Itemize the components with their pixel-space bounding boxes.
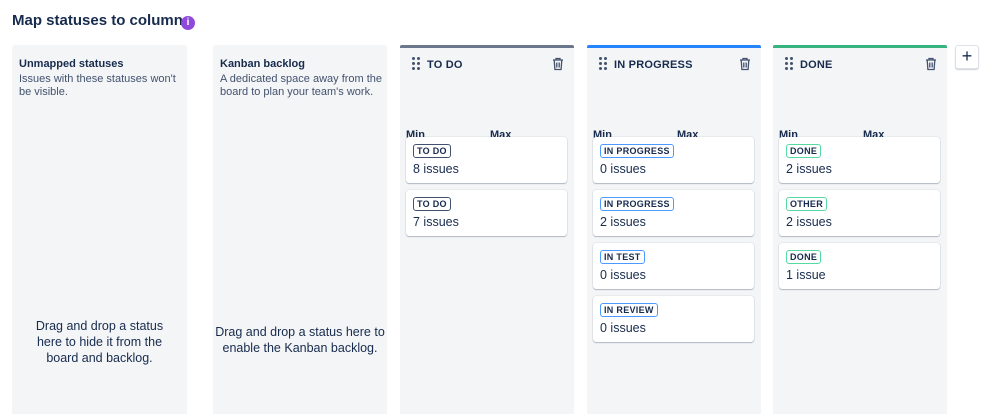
column-done[interactable]: DONE Min Max DONE 2 issues OTHER 2 issue… (773, 45, 947, 414)
issue-count: 7 issues (413, 215, 459, 229)
issue-count: 8 issues (413, 162, 459, 176)
column-title[interactable]: DONE (800, 59, 833, 71)
issue-count: 1 issue (786, 268, 826, 282)
plus-icon: + (961, 46, 973, 66)
trash-icon[interactable] (925, 57, 937, 71)
unmapped-heading: Unmapped statuses (19, 58, 124, 70)
trash-icon[interactable] (739, 57, 751, 71)
unmapped-statuses-column: Unmapped statuses Issues with these stat… (12, 45, 187, 414)
unmapped-description-line: Issues with these statuses won't (19, 73, 176, 85)
drop-hint-line: enable the Kanban backlog. (222, 341, 378, 355)
status-card[interactable]: IN PROGRESS 0 issues (593, 137, 754, 183)
status-lozenge: IN REVIEW (600, 303, 658, 317)
kanban-backlog-column: Kanban backlog A dedicated space away fr… (213, 45, 387, 414)
status-lozenge: IN TEST (600, 250, 645, 264)
backlog-drop-zone[interactable]: Drag and drop a status here to enable th… (213, 324, 387, 356)
status-card[interactable]: DONE 1 issue (779, 243, 940, 289)
column-title[interactable]: TO DO (427, 59, 463, 71)
status-lozenge: DONE (786, 144, 822, 158)
drag-handle-icon[interactable] (785, 57, 793, 70)
backlog-heading: Kanban backlog (220, 58, 305, 70)
status-lozenge: IN PROGRESS (600, 144, 674, 158)
status-card[interactable]: IN TEST 0 issues (593, 243, 754, 289)
page-title: Map statuses to columns (12, 12, 192, 29)
status-lozenge: TO DO (413, 197, 451, 211)
column-title[interactable]: IN PROGRESS (614, 59, 693, 71)
status-card[interactable]: OTHER 2 issues (779, 190, 940, 236)
title-row: Map statuses to columns (12, 12, 191, 29)
drop-hint-line: board and backlog. (46, 351, 153, 365)
backlog-description: A dedicated space away from the board to… (220, 73, 382, 99)
issue-count: 2 issues (786, 215, 832, 229)
backlog-description-line: A dedicated space away from the (220, 73, 383, 85)
trash-icon[interactable] (552, 57, 564, 71)
column-in-progress[interactable]: IN PROGRESS Min Max IN PROGRESS 0 issues… (587, 45, 761, 414)
column-color-bar (400, 45, 574, 48)
drop-hint-line: Drag and drop a status (35, 319, 164, 333)
column-color-bar (773, 45, 947, 48)
column-color-bar (587, 45, 761, 48)
status-lozenge: IN PROGRESS (600, 197, 674, 211)
drag-handle-icon[interactable] (412, 57, 420, 70)
status-card[interactable]: IN REVIEW 0 issues (593, 296, 754, 342)
issue-count: 2 issues (786, 162, 832, 176)
issue-count: 0 issues (600, 162, 646, 176)
status-lozenge: DONE (786, 250, 822, 264)
unmapped-description: Issues with these statuses won't be visi… (19, 73, 176, 99)
info-icon[interactable]: i (181, 16, 195, 30)
drag-handle-icon[interactable] (599, 57, 607, 70)
issue-count: 0 issues (600, 268, 646, 282)
column-to-do[interactable]: TO DO Min Max TO DO 8 issues TO DO 7 iss… (400, 45, 574, 414)
status-lozenge: TO DO (413, 144, 451, 158)
issue-count: 2 issues (600, 215, 646, 229)
status-card[interactable]: TO DO 8 issues (406, 137, 567, 183)
drop-hint-line: Drag and drop a status here to (215, 325, 385, 339)
status-card[interactable]: DONE 2 issues (779, 137, 940, 183)
backlog-description-line: board to plan your team's work. (220, 86, 374, 98)
unmapped-description-line: be visible. (19, 86, 68, 98)
status-lozenge: OTHER (786, 197, 827, 211)
add-column-button[interactable]: + (955, 45, 979, 69)
issue-count: 0 issues (600, 321, 646, 335)
unmapped-drop-zone[interactable]: Drag and drop a status here to hide it f… (12, 318, 187, 366)
status-card[interactable]: IN PROGRESS 2 issues (593, 190, 754, 236)
drop-hint-line: here to hide it from the (36, 335, 163, 349)
status-card[interactable]: TO DO 7 issues (406, 190, 567, 236)
